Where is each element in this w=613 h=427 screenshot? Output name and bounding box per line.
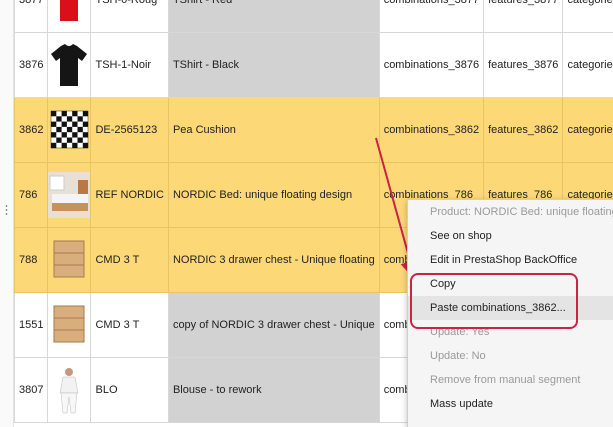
row-resize-bar [0, 0, 14, 427]
menu-item-mass-update[interactable]: Mass update [408, 392, 613, 416]
cell-reference[interactable]: CMD 3 T [90, 292, 169, 358]
drawer-chest-image [49, 235, 90, 285]
cell-name[interactable]: copy of NORDIC 3 drawer chest - Unique [167, 292, 380, 358]
cell-image[interactable] [47, 292, 92, 358]
cushion-image [49, 105, 90, 155]
menu-item-see-on-shop[interactable]: See on shop [408, 224, 613, 248]
cell-id[interactable]: 788 [13, 227, 49, 293]
cell-categories[interactable]: categories_3862 [562, 97, 613, 163]
blouse-image [49, 365, 90, 415]
cell-reference[interactable]: TSH-0-Roug [90, 0, 169, 33]
context-menu: Product: NORDIC Bed: unique floating des… [407, 199, 613, 427]
cell-image[interactable] [47, 97, 92, 163]
cell-image[interactable] [47, 227, 92, 293]
tshirt-red-image [49, 0, 90, 25]
cell-image[interactable] [47, 32, 92, 98]
table-row[interactable]: 3877 TSH-0-Roug TShirt - Red combinations_3… [13, 0, 613, 33]
cell-reference[interactable]: REF NORDIC [90, 162, 169, 228]
cell-name[interactable]: NORDIC Bed: unique floating design [167, 162, 380, 228]
cell-reference[interactable]: CMD 3 T [90, 227, 169, 293]
cell-id[interactable]: 3862 [13, 97, 49, 163]
cell-id[interactable]: 3876 [13, 32, 49, 98]
cell-name[interactable]: TShirt - Black [167, 32, 380, 98]
tshirt-black-image [49, 40, 90, 90]
menu-item-copy[interactable]: Copy [408, 272, 613, 296]
table-row[interactable]: 3862 DE-2565123 Pea Cushion combinations_38… [13, 97, 613, 163]
menu-item-product-nordic-bed-unique-floa: Product: NORDIC Bed: unique floating des… [430, 206, 613, 218]
cell-reference[interactable]: DE-2565123 [90, 97, 169, 163]
cell-combinations[interactable]: combinations_3877 [378, 0, 485, 33]
menu-item-update-yes: Update: Yes [430, 326, 490, 338]
cell-id[interactable]: 3877 [13, 0, 49, 33]
cell-features[interactable]: features_3862 [483, 97, 564, 163]
menu-item-remove-from-manual-segment: Remove from manual segment [430, 374, 581, 386]
drawer-chest-image [49, 300, 90, 350]
cell-categories[interactable]: categories_3876 [562, 32, 613, 98]
cell-name[interactable]: TShirt - Red [167, 0, 380, 33]
cell-combinations[interactable]: combinations_3876 [378, 32, 485, 98]
cell-name[interactable]: Pea Cushion [167, 97, 380, 163]
drag-handle-icon[interactable] [5, 204, 8, 216]
menu-item-update-no: Update: No [430, 350, 486, 362]
bed-image [48, 170, 90, 220]
menu-item-paste-combinations-3862[interactable]: Paste combinations_3862... [408, 296, 613, 320]
table-row[interactable]: 3876 TSH-1-Noir TShirt - Black combinations… [13, 32, 613, 98]
cell-reference[interactable]: BLO [90, 357, 169, 423]
menu-item-edit-in-prestashop-backoffice[interactable]: Edit in PrestaShop BackOffice [408, 248, 613, 272]
cell-id[interactable]: 1551 [13, 292, 49, 358]
cell-image[interactable] [47, 0, 92, 33]
cell-categories[interactable]: categories_3877 [562, 0, 613, 33]
cell-name[interactable]: Blouse - to rework [167, 357, 380, 423]
cell-image[interactable] [47, 162, 92, 228]
cell-image[interactable] [47, 357, 92, 423]
cell-name[interactable]: NORDIC 3 drawer chest - Unique floating [167, 227, 380, 293]
cell-id[interactable]: 3807 [13, 357, 49, 423]
cell-reference[interactable]: TSH-1-Noir [90, 32, 169, 98]
cell-features[interactable]: features_3877 [483, 0, 564, 33]
cell-combinations[interactable]: combinations_3862 [378, 97, 485, 163]
cell-id[interactable]: 786 [13, 162, 49, 228]
cell-features[interactable]: features_3876 [483, 32, 564, 98]
